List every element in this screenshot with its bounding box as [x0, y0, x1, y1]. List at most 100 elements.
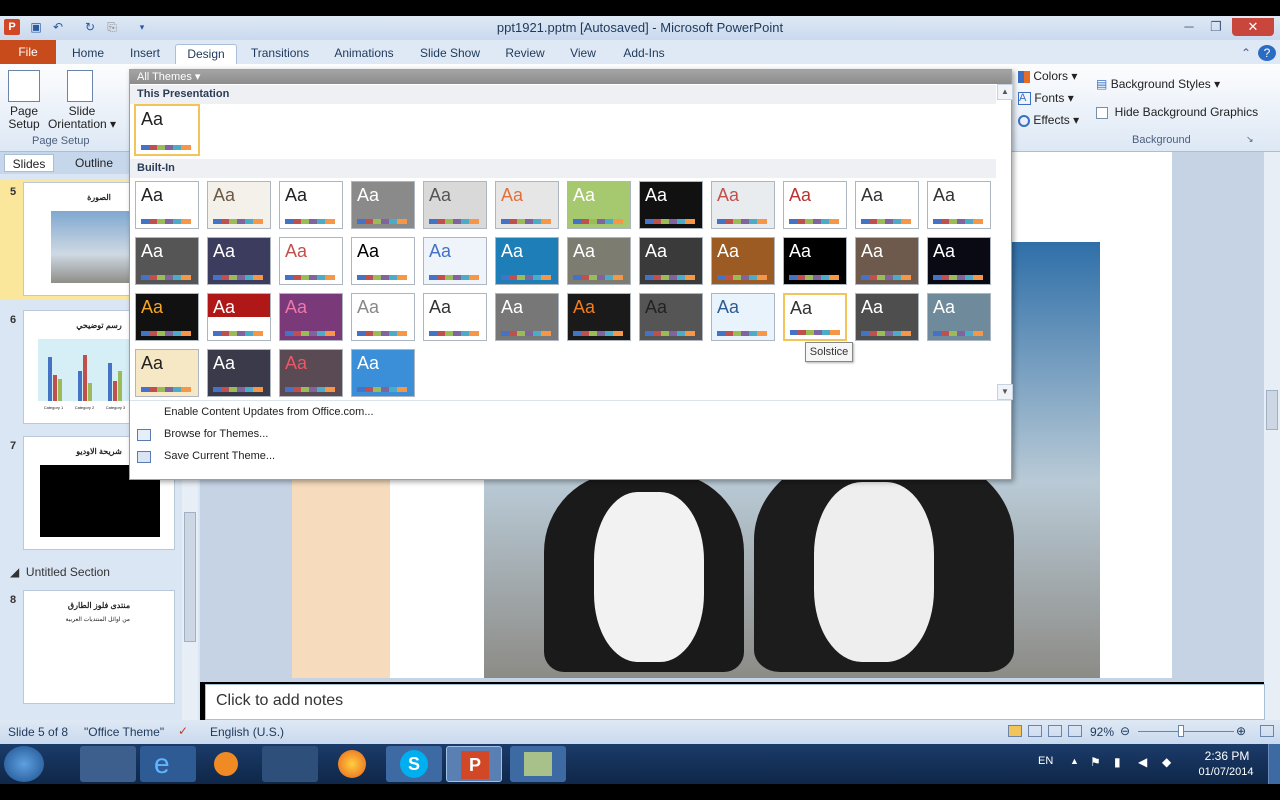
theme-thumb[interactable]: Aa	[423, 293, 487, 341]
scroll-thumb[interactable]	[1266, 390, 1278, 430]
theme-thumb[interactable]: Aa	[927, 293, 991, 341]
theme-thumb[interactable]: Aa	[567, 181, 631, 229]
gallery-scroll-up-icon[interactable]: ▲	[997, 84, 1013, 100]
volume-icon[interactable]: ◀	[1138, 755, 1147, 769]
slide-sorter-icon[interactable]	[1028, 725, 1042, 737]
theme-thumb[interactable]: Aa	[135, 181, 199, 229]
taskbar-powerpoint[interactable]: P	[446, 746, 502, 782]
reading-view-icon[interactable]	[1048, 725, 1062, 737]
theme-thumb[interactable]: Aa	[567, 237, 631, 285]
background-styles-button[interactable]: ▤ Background Styles ▾	[1096, 78, 1220, 91]
slide-thumbnail-8[interactable]: منتدى فلوز الطارق من اوائل المنتديات الع…	[23, 590, 175, 704]
hide-bg-graphics-checkbox[interactable]: Hide Background Graphics	[1096, 106, 1258, 119]
theme-thumb[interactable]: Aa	[927, 181, 991, 229]
input-language[interactable]: EN	[1038, 755, 1053, 767]
enable-content-updates[interactable]: Enable Content Updates from Office.com..…	[164, 406, 374, 418]
show-desktop-button[interactable]	[1268, 744, 1280, 784]
theme-thumb[interactable]: Aa	[135, 293, 199, 341]
theme-thumb[interactable]: Aa	[351, 237, 415, 285]
minimize-icon[interactable]: ─	[1176, 18, 1202, 36]
help-icon[interactable]: ?	[1258, 45, 1276, 61]
theme-thumb[interactable]: Aa	[279, 293, 343, 341]
clock-time[interactable]: 2:36 PM	[1196, 749, 1258, 763]
zoom-out-icon[interactable]: ⊖	[1120, 724, 1130, 738]
theme-thumb[interactable]: Aa	[135, 237, 199, 285]
tab-slide-show[interactable]: Slide Show	[414, 44, 486, 64]
theme-thumb[interactable]: Aa	[279, 237, 343, 285]
tab-file[interactable]: File	[0, 40, 56, 64]
fonts-button[interactable]: A Fonts ▾	[1018, 91, 1074, 106]
theme-thumb[interactable]: Aa	[567, 293, 631, 341]
fit-to-window-icon[interactable]	[1260, 725, 1274, 737]
section-header[interactable]: ◢ Untitled Section	[10, 565, 110, 579]
tab-insert[interactable]: Insert	[120, 44, 170, 64]
taskbar-calendar-app[interactable]	[80, 746, 136, 782]
theme-thumb[interactable]: Aa	[639, 237, 703, 285]
theme-thumb[interactable]: Aa	[279, 349, 343, 397]
theme-name[interactable]: "Office Theme"	[84, 725, 164, 739]
theme-thumb-current[interactable]: Aa	[134, 104, 200, 156]
taskbar-media-player[interactable]	[198, 746, 254, 782]
theme-thumb[interactable]: Aa	[495, 237, 559, 285]
theme-thumb[interactable]: Aa	[207, 181, 271, 229]
tab-home[interactable]: Home	[64, 44, 112, 64]
theme-thumb[interactable]: Aa	[207, 349, 271, 397]
tab-design[interactable]: Design	[175, 44, 237, 64]
clock-date[interactable]: 01/07/2014	[1192, 766, 1260, 778]
close-icon[interactable]: ✕	[1232, 18, 1274, 36]
taskbar-firefox[interactable]	[324, 746, 380, 782]
theme-thumb[interactable]: Aa	[711, 293, 775, 341]
theme-thumb[interactable]: Aa	[783, 293, 847, 341]
theme-thumb[interactable]: Aa	[927, 237, 991, 285]
slide-orientation-button[interactable]: Slide Orientation ▾	[46, 105, 118, 131]
tab-add-ins[interactable]: Add-Ins	[616, 44, 672, 64]
tray-app-icon[interactable]: ⚑	[1090, 755, 1101, 769]
theme-thumb[interactable]: Aa	[855, 237, 919, 285]
dialog-launcher-icon[interactable]: ↘	[1246, 134, 1254, 145]
theme-thumb[interactable]: Aa	[855, 293, 919, 341]
browse-for-themes[interactable]: Browse for Themes...	[164, 428, 268, 440]
theme-thumb[interactable]: Aa	[351, 293, 415, 341]
slide-orientation-icon[interactable]	[67, 70, 93, 102]
taskbar-document-app[interactable]	[262, 746, 318, 782]
theme-thumb[interactable]: Aa	[135, 349, 199, 397]
tab-transitions[interactable]: Transitions	[244, 44, 316, 64]
all-themes-header[interactable]: All Themes ▾	[130, 70, 1011, 84]
notes-pane[interactable]: Click to add notes	[205, 684, 1265, 720]
theme-thumb[interactable]: Aa	[783, 181, 847, 229]
zoom-slider[interactable]	[1138, 731, 1234, 732]
start-button[interactable]	[4, 746, 44, 782]
taskbar-viewer-app[interactable]	[510, 746, 566, 782]
zoom-slider-thumb[interactable]	[1178, 725, 1184, 737]
tab-animations[interactable]: Animations	[328, 44, 400, 64]
language-indicator[interactable]: English (U.S.)	[210, 725, 284, 739]
theme-thumb[interactable]: Aa	[495, 181, 559, 229]
theme-thumb[interactable]: Aa	[351, 349, 415, 397]
tab-outline[interactable]: Outline	[60, 154, 128, 172]
spellcheck-icon[interactable]: ✓	[178, 724, 188, 738]
page-setup-button[interactable]: Page Setup	[4, 105, 44, 131]
tab-view[interactable]: View	[562, 44, 604, 64]
normal-view-icon[interactable]	[1008, 725, 1022, 737]
colors-button[interactable]: Colors ▾	[1018, 70, 1077, 83]
theme-thumb[interactable]: Aa	[351, 181, 415, 229]
theme-thumb[interactable]: Aa	[423, 181, 487, 229]
theme-thumb[interactable]: Aa	[495, 293, 559, 341]
scroll-thumb[interactable]	[184, 512, 196, 642]
tab-review[interactable]: Review	[500, 44, 550, 64]
theme-thumb[interactable]: Aa	[639, 293, 703, 341]
theme-thumb[interactable]: Aa	[711, 181, 775, 229]
theme-thumb[interactable]: Aa	[207, 237, 271, 285]
save-current-theme[interactable]: Save Current Theme...	[164, 450, 275, 462]
taskbar-skype[interactable]: S	[386, 746, 442, 782]
editor-scrollbar[interactable]	[1264, 152, 1280, 720]
theme-thumb[interactable]: Aa	[207, 293, 271, 341]
theme-thumb[interactable]: Aa	[855, 181, 919, 229]
effects-button[interactable]: Effects ▾	[1018, 114, 1079, 127]
action-center-icon[interactable]: ◆	[1162, 755, 1171, 769]
tab-slides[interactable]: Slides	[4, 154, 54, 172]
theme-thumb[interactable]: Aa	[423, 237, 487, 285]
page-setup-icon[interactable]	[8, 70, 40, 102]
network-icon[interactable]: ▮	[1114, 755, 1121, 769]
theme-thumb[interactable]: Aa	[279, 181, 343, 229]
